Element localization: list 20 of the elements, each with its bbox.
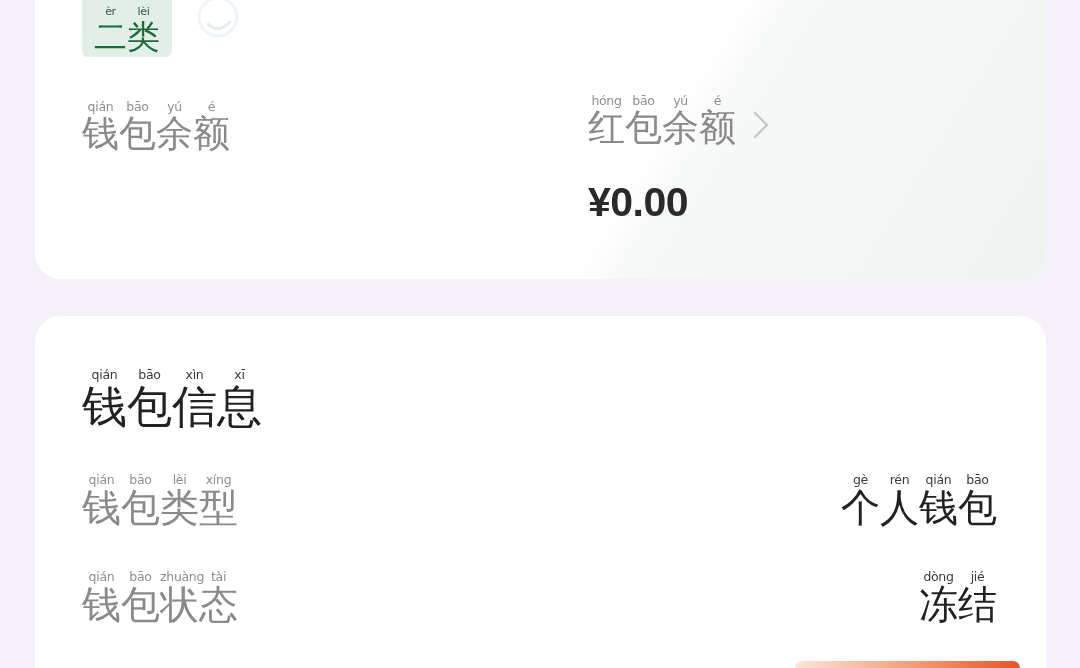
pinyin-text: qián bāo zhuàng tài: [87, 570, 228, 585]
balance-amount: ¥0.00: [588, 180, 689, 226]
action-button[interactable]: [795, 661, 1020, 668]
badge-text: 二类: [94, 19, 160, 56]
pinyin-text: qián bāo yú é: [86, 100, 217, 115]
pinyin-text: hóng bāo yú é: [590, 94, 723, 109]
pinyin-text: gè rén qián bāo: [853, 472, 990, 487]
wallet-balance-label: 钱包余额: [82, 114, 230, 155]
emblem-icon: [196, 0, 240, 40]
pinyin-text: qián bāo xìn xī: [90, 368, 246, 383]
field-label: 钱包状态: [82, 584, 238, 628]
chevron-right-icon[interactable]: [752, 111, 770, 139]
field-label: 钱包类型: [82, 486, 238, 530]
section-title: 钱包信息: [82, 382, 262, 432]
field-value: 个人钱包: [841, 486, 997, 530]
pinyin-text: qián bāo lèi xíng: [87, 472, 232, 487]
bonus-balance-label: 红包余额: [588, 108, 736, 149]
pinyin-text: dòng jié: [922, 570, 986, 585]
pinyin-text: èr lèi: [104, 5, 151, 19]
field-value: 冻结: [919, 584, 997, 628]
